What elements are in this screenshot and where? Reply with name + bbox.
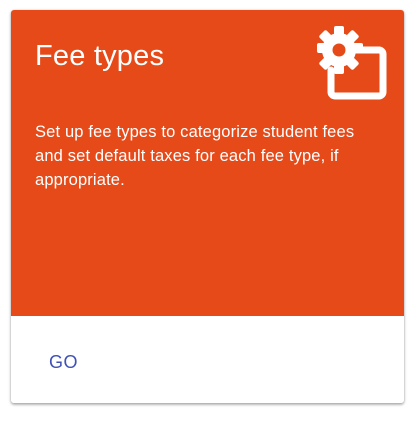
card-hero: Fee types Set up fee types to categorize… <box>11 10 404 316</box>
settings-gear-icon <box>317 26 387 100</box>
card-title: Fee types <box>35 40 165 72</box>
card-description: Set up fee types to categorize student f… <box>35 123 355 189</box>
go-button[interactable]: GO <box>37 344 90 380</box>
page: Fee types Set up fee types to categorize… <box>0 0 416 421</box>
card-actions: GO <box>11 316 404 403</box>
fee-types-card: Fee types Set up fee types to categorize… <box>11 10 404 403</box>
